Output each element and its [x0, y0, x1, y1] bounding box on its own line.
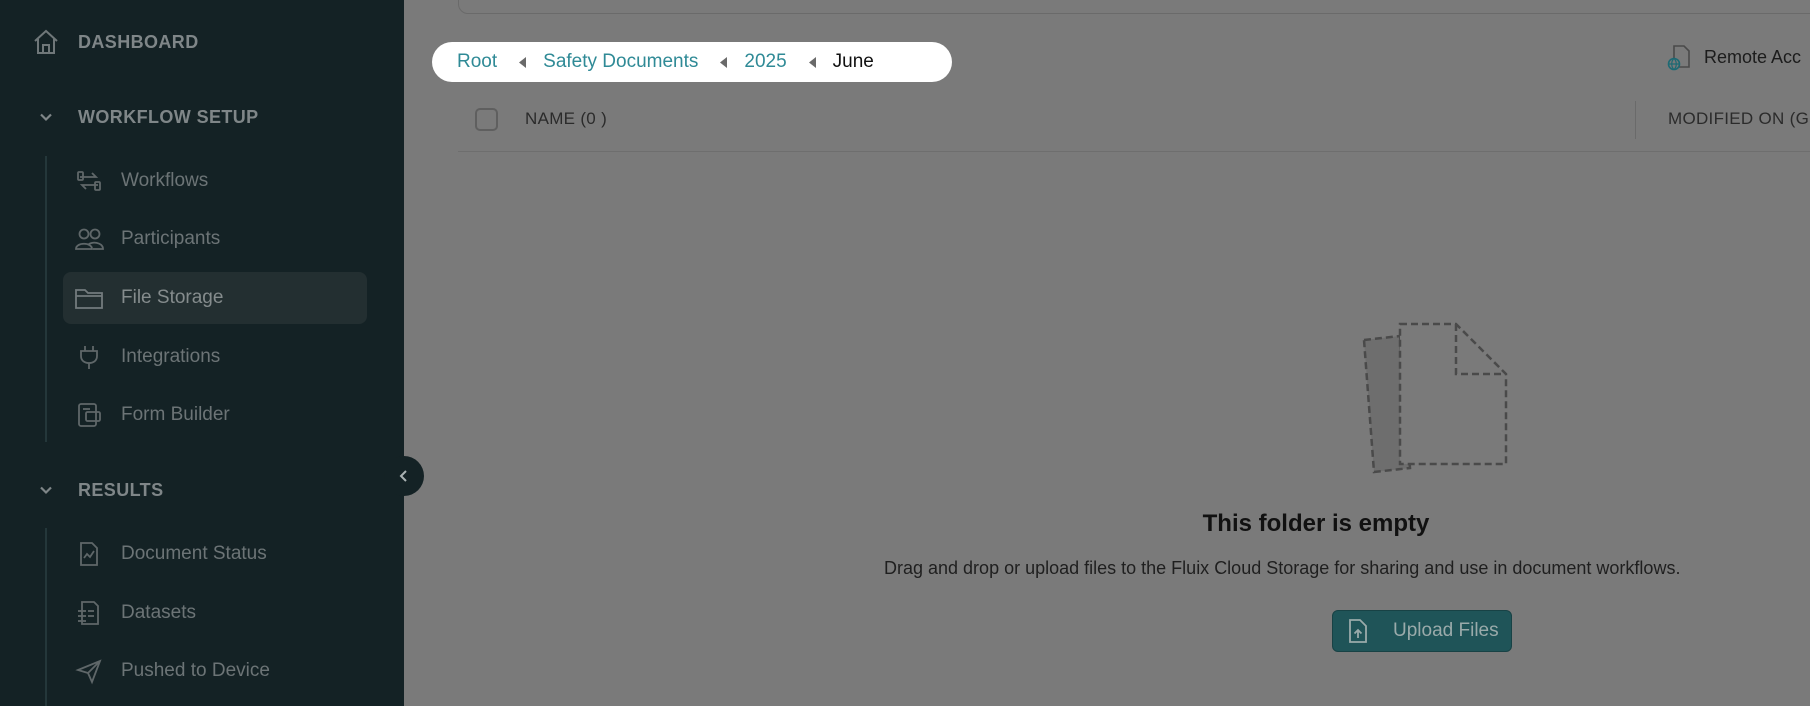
sidebar-item-label: Form Builder — [121, 404, 230, 425]
chevron-left-icon — [398, 469, 410, 483]
section-toggle-results[interactable]: RESULTS — [34, 472, 163, 508]
collapse-sidebar-button[interactable] — [384, 456, 424, 496]
sidebar-item-form-builder[interactable]: Form Builder — [63, 389, 367, 441]
sidebar-item-label: Pushed to Device — [121, 660, 270, 681]
home-icon — [28, 24, 64, 60]
select-all-checkbox[interactable] — [475, 108, 498, 131]
sidebar-item-participants[interactable]: Participants — [63, 213, 367, 265]
column-header-name[interactable]: NAME (0 ) — [525, 109, 607, 129]
column-divider[interactable] — [1635, 101, 1636, 139]
sidebar-item-label: DASHBOARD — [78, 31, 199, 52]
section-toggle-workflow-setup[interactable]: WORKFLOW SETUP — [34, 99, 259, 135]
upload-files-label: Upload Files — [1393, 620, 1499, 641]
sidebar: DASHBOARD WORKFLOW SETUP Workflows Parti… — [0, 0, 404, 706]
empty-folder-icon — [1346, 318, 1518, 490]
breadcrumb-item-2025[interactable]: 2025 — [744, 51, 786, 73]
sidebar-item-label: Integrations — [121, 346, 221, 367]
chevron-down-icon — [34, 105, 58, 129]
main-content: Root Safety Documents 2025 June Remote A… — [404, 0, 1810, 706]
sidebar-item-dashboard[interactable]: DASHBOARD — [28, 24, 199, 60]
sidebar-item-document-status[interactable]: Document Status — [63, 528, 367, 580]
document-status-icon — [74, 539, 104, 569]
breadcrumb-item-june: June — [832, 51, 874, 72]
sidebar-item-pushed-to-device[interactable]: Pushed to Device — [63, 645, 367, 697]
tree-line — [45, 528, 47, 706]
plug-icon — [74, 342, 104, 372]
sidebar-item-label: File Storage — [121, 287, 224, 308]
sidebar-item-integrations[interactable]: Integrations — [63, 331, 367, 383]
empty-state-title: This folder is empty — [1202, 510, 1430, 537]
sidebar-item-label: Participants — [121, 228, 221, 249]
remote-access-icon — [1666, 43, 1692, 71]
sidebar-item-workflows[interactable]: Workflows — [63, 155, 367, 207]
folder-icon — [74, 283, 104, 313]
send-icon — [74, 656, 104, 686]
chevron-down-icon — [34, 478, 58, 502]
sidebar-item-file-storage[interactable]: File Storage — [63, 272, 367, 324]
datasets-icon — [74, 598, 104, 628]
tree-line — [45, 156, 47, 442]
section-title: RESULTS — [78, 479, 164, 500]
remote-access-label: Remote Acc — [1704, 46, 1802, 67]
empty-state-description: Drag and drop or upload files to the Flu… — [884, 558, 1681, 578]
breadcrumb: Root Safety Documents 2025 June — [432, 42, 952, 82]
sidebar-item-label: Datasets — [121, 602, 196, 623]
sidebar-item-label: Workflows — [121, 170, 209, 191]
workflows-icon — [74, 166, 104, 196]
column-header-modified[interactable]: MODIFIED ON (GI — [1668, 109, 1810, 129]
upload-files-button[interactable]: Upload Files — [1332, 610, 1512, 652]
participants-icon — [74, 224, 104, 254]
table-header: NAME (0 ) MODIFIED ON (GI — [458, 97, 1810, 152]
remote-access-button[interactable]: Remote Acc — [1666, 42, 1801, 72]
sidebar-item-label: Document Status — [121, 543, 267, 564]
sidebar-item-datasets[interactable]: Datasets — [63, 587, 367, 639]
section-title: WORKFLOW SETUP — [78, 106, 259, 127]
caret-left-icon — [808, 56, 816, 68]
caret-left-icon — [720, 56, 728, 68]
breadcrumb-item-root[interactable]: Root — [457, 51, 497, 73]
breadcrumb-item-safety-documents[interactable]: Safety Documents — [543, 51, 698, 73]
search-bar[interactable] — [458, 0, 1810, 14]
upload-file-icon — [1345, 617, 1369, 645]
form-builder-icon — [74, 400, 104, 430]
caret-left-icon — [519, 56, 527, 68]
